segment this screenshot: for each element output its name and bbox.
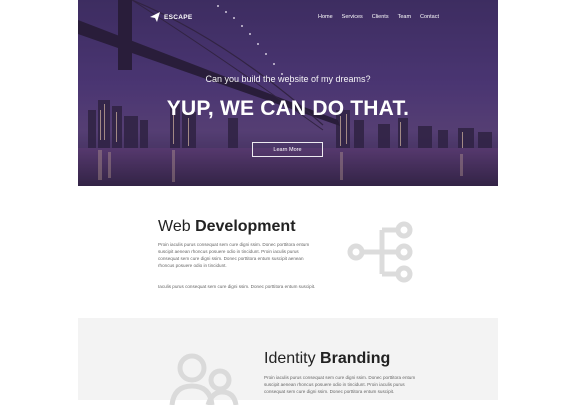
paper-plane-icon <box>150 12 160 22</box>
web-development-section: Web Development Proin iaculis purus cons… <box>78 186 498 318</box>
web-development-title-light: Web <box>158 218 196 235</box>
identity-branding-title: Identity Branding <box>264 350 390 368</box>
identity-branding-title-bold: Branding <box>320 350 391 367</box>
identity-branding-title-light: Identity <box>264 350 321 367</box>
hero-title: YUP, WE CAN DO THAT. <box>166 97 410 120</box>
web-development-body-secondary: Iaculis purus consequat sem cure digni s… <box>158 284 316 289</box>
nav-item-home[interactable]: Home <box>318 14 333 20</box>
nav-item-services[interactable]: Services <box>342 14 363 20</box>
web-development-title-bold: Development <box>195 218 296 235</box>
learn-more-button[interactable]: Learn More <box>252 142 323 157</box>
identity-branding-body: Proin iaculis purus consequat sem cure d… <box>264 375 416 394</box>
brand-name: ESCAPE <box>164 13 193 21</box>
identity-branding-section: Identity Branding Proin iaculis purus co… <box>78 318 498 405</box>
web-development-body: Proin iaculis purus consequat sem cure d… <box>158 242 310 268</box>
web-development-title: Web Development <box>158 218 296 236</box>
nav-item-team[interactable]: Team <box>398 14 411 20</box>
page: ESCAPE Home Services Clients Team Contac… <box>78 0 498 405</box>
nav-item-clients[interactable]: Clients <box>372 14 389 20</box>
users-icon <box>169 353 239 405</box>
hero-color-overlay <box>78 0 498 186</box>
nav-item-contact[interactable]: Contact <box>420 14 439 20</box>
sitemap-icon <box>347 221 413 283</box>
brand-logo[interactable]: ESCAPE <box>150 12 193 22</box>
main-nav: Home Services Clients Team Contact <box>318 14 439 20</box>
hero-subtitle: Can you build the website of my dreams? <box>205 74 371 84</box>
hero-section: ESCAPE Home Services Clients Team Contac… <box>78 0 498 186</box>
